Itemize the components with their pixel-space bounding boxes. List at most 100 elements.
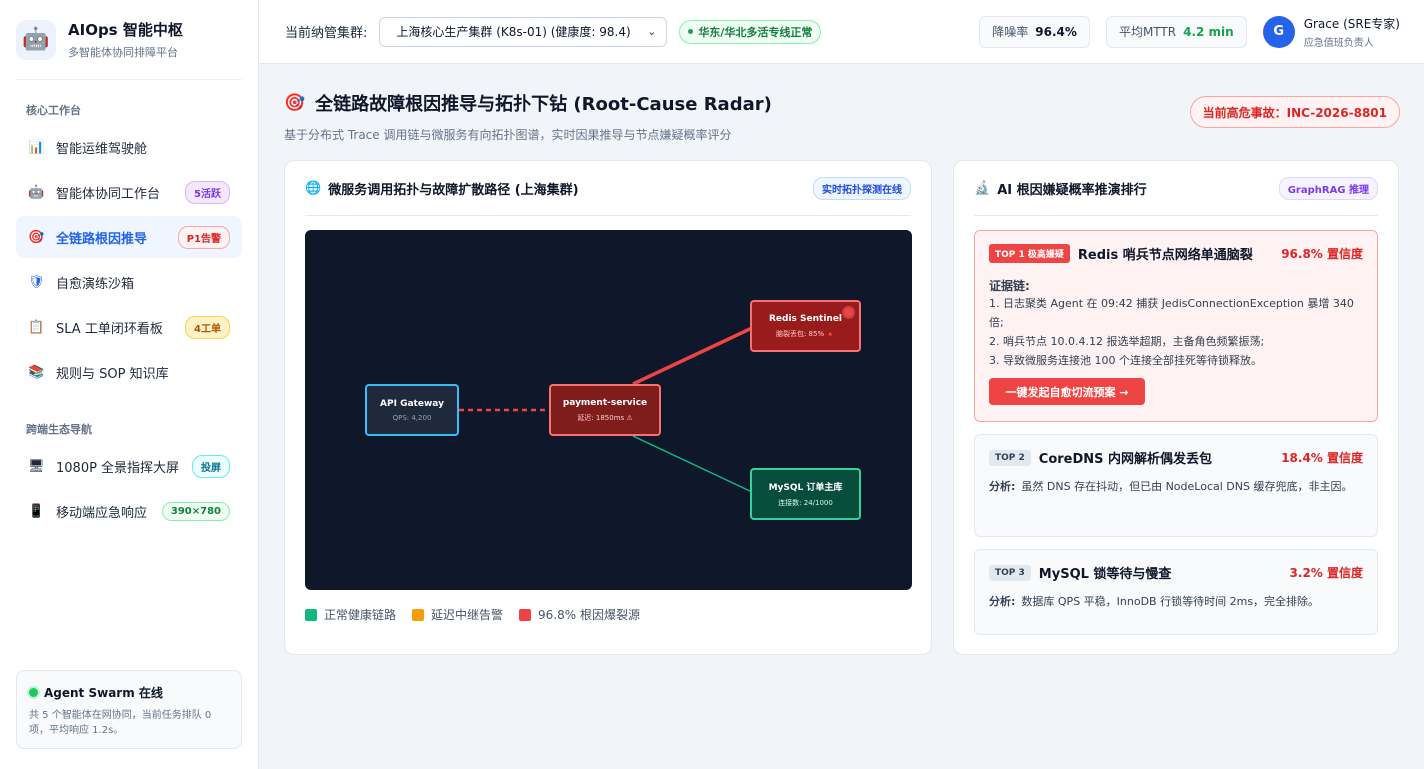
evidence-line: 3. 导致微服务连接池 100 个连接全部挂死等待锁释放。 xyxy=(989,354,1262,367)
swarm-title: Agent Swarm 在线 xyxy=(44,686,163,700)
incident-badge[interactable]: 当前高危事故：INC-2026-8801 xyxy=(1189,96,1400,128)
root-cause-item-top3[interactable]: TOP 3 MySQL 锁等待与慢查 3.2% 置信度 分析: 数据库 QPS 平… xyxy=(974,549,1378,635)
microscope-icon: 🔬 xyxy=(974,180,991,196)
resolution-badge: 390×780 xyxy=(161,501,230,521)
edge-payment-redis xyxy=(632,326,753,386)
alert-pulse-icon xyxy=(844,308,853,317)
evidence-line: 2. 哨兵节点 10.0.4.12 报选举超期，主备角色频繁振荡; xyxy=(989,335,1265,348)
root-cause-list: TOP 1 极高嫌疑 Redis 哨兵节点网络单通脑裂 96.8% 置信度 证据… xyxy=(974,230,1378,635)
brand: 🤖 AIOps 智能中枢 多智能体协同排障平台 xyxy=(16,0,242,80)
clipboard-icon: 📋 xyxy=(28,319,45,335)
cluster-select[interactable]: 上海核心生产集群 (K8s-01) (健康度: 98.4) ⌄ xyxy=(379,16,668,47)
app-root: 🤖 AIOps 智能中枢 多智能体协同排障平台 核心工作台 📊 智能运维驾驶舱 … xyxy=(0,0,1424,769)
graphrag-tag: GraphRAG 推理 xyxy=(1278,176,1378,200)
confidence-value: 18.4% 置信度 xyxy=(1281,451,1363,465)
kpi-noise-reduction: 降噪率 96.4% xyxy=(979,15,1090,48)
legend-swatch xyxy=(412,608,425,621)
sidebar-item-cockpit[interactable]: 📊 智能运维驾驶舱 xyxy=(16,126,242,168)
target-icon: 🎯 xyxy=(284,93,306,113)
topology-canvas[interactable]: API Gateway QPS: 4,200 payment-service 延… xyxy=(305,230,912,590)
analysis-text: 分析: 数据库 QPS 平稳，InnoDB 行锁等待时间 2ms，完全排除。 xyxy=(989,595,1320,608)
legend-item: 96.8% 根因爆裂源 xyxy=(519,606,640,623)
cast-badge: 投屏 xyxy=(192,454,230,478)
sidebar-item-label: 移动端应急响应 xyxy=(56,505,148,521)
kpi-mttr-value: 4.2 min xyxy=(1183,24,1234,39)
page-header: 🎯 全链路故障根因推导与拓扑下钻 (Root-Cause Radar) 基于分布… xyxy=(284,90,1400,160)
root-cause-title: AI 根因嫌疑概率推演排行 xyxy=(997,182,1147,198)
globe-icon: 🌐 xyxy=(305,180,322,196)
cards: 🌐 微服务调用拓扑与故障扩散路径 (上海集群) 实时拓扑探测在线 API Gat… xyxy=(284,160,1400,655)
topology-card: 🌐 微服务调用拓扑与故障扩散路径 (上海集群) 实时拓扑探测在线 API Gat… xyxy=(284,160,932,655)
agent-swarm-status: Agent Swarm 在线 共 5 个智能体在网协同，当前任务排队 0 项，平… xyxy=(16,670,242,749)
active-count-badge: 5活跃 xyxy=(185,180,230,204)
target-icon: 🎯 xyxy=(28,229,45,245)
sidebar-item-sandbox[interactable]: 🛡 自愈演练沙箱 xyxy=(16,261,242,303)
user-role: 应急值班负责人 xyxy=(1303,37,1374,49)
rank-badge: TOP 1 极高嫌疑 xyxy=(989,244,1070,263)
node-payment-service[interactable]: payment-service 延迟: 1850ms ⚠ xyxy=(549,384,661,436)
confidence-value: 3.2% 置信度 xyxy=(1289,566,1363,580)
root-cause-item-top1[interactable]: TOP 1 极高嫌疑 Redis 哨兵节点网络单通脑裂 96.8% 置信度 证据… xyxy=(974,230,1378,422)
evidence-line: 1. 日志聚类 Agent 在 09:42 捕获 JedisConnection… xyxy=(989,297,1354,329)
sidebar-item-knowledge[interactable]: 📚 规则与 SOP 知识库 xyxy=(16,351,242,393)
root-cause-name: Redis 哨兵节点网络单通脑裂 xyxy=(1077,248,1253,263)
edge-payment-mysql xyxy=(632,435,753,493)
topology-title: 微服务调用拓扑与故障扩散路径 (上海集群) xyxy=(328,182,579,198)
root-cause-item-top2[interactable]: TOP 2 CoreDNS 内网解析偶发丢包 18.4% 置信度 分析: 虽然 D… xyxy=(974,434,1378,537)
sidebar-item-agents[interactable]: 🤖 智能体协同工作台 5活跃 xyxy=(16,171,242,213)
online-dot-icon xyxy=(29,688,38,697)
books-icon: 📚 xyxy=(28,364,45,380)
page-title: 全链路故障根因推导与拓扑下钻 (Root-Cause Radar) xyxy=(315,94,772,115)
brand-subtitle: 多智能体协同排障平台 xyxy=(68,46,178,59)
sidebar-item-label: 全链路根因推导 xyxy=(56,231,148,247)
sidebar: 🤖 AIOps 智能中枢 多智能体协同排障平台 核心工作台 📊 智能运维驾驶舱 … xyxy=(0,0,259,769)
evidence-label: 证据链: xyxy=(989,279,1030,293)
user-name: Grace (SRE专家) xyxy=(1303,16,1400,31)
phone-icon: 📱 xyxy=(28,503,45,519)
legend-swatch xyxy=(305,608,317,621)
confidence-value: 96.8% 置信度 xyxy=(1281,247,1363,261)
status-dot-icon xyxy=(688,29,694,34)
avatar: G xyxy=(1262,15,1295,48)
sidebar-item-label: SLA 工单闭环看板 xyxy=(56,321,163,337)
topology-live-tag: 实时拓扑探测在线 xyxy=(813,176,911,200)
alert-badge: P1告警 xyxy=(177,225,230,249)
node-api-gateway[interactable]: API Gateway QPS: 4,200 xyxy=(365,384,459,436)
sidebar-item-big-screen[interactable]: 🖥 1080P 全景指挥大屏 投屏 xyxy=(16,445,242,487)
chart-icon: 📊 xyxy=(28,139,45,155)
sidebar-item-label: 1080P 全景指挥大屏 xyxy=(56,460,180,476)
node-mysql-order-db[interactable]: MySQL 订单主库 连接数: 24/1000 xyxy=(750,468,861,520)
page-subtitle: 基于分布式 Trace 调用链与微服务有向拓扑图谱，实时因果推导与节点嫌疑概率评… xyxy=(284,128,732,142)
legend-item: 正常健康链路 xyxy=(305,606,396,623)
sidebar-item-mobile[interactable]: 📱 移动端应急响应 390×780 xyxy=(16,490,242,532)
root-cause-name: CoreDNS 内网解析偶发丢包 xyxy=(1038,452,1213,467)
sidebar-item-sla[interactable]: 📋 SLA 工单闭环看板 4工单 xyxy=(16,306,242,348)
topbar: 当前纳管集群: 上海核心生产集群 (K8s-01) (健康度: 98.4) ⌄ … xyxy=(259,0,1424,64)
legend-item: 延迟中继告警 xyxy=(412,606,503,623)
sidebar-item-label: 规则与 SOP 知识库 xyxy=(56,366,169,382)
sidebar-item-root-cause[interactable]: 🎯 全链路根因推导 P1告警 xyxy=(16,216,242,258)
nav-section-core: 核心工作台 xyxy=(26,104,81,117)
self-heal-button[interactable]: 一键发起自愈切流预案 → xyxy=(989,378,1145,405)
robot-icon: 🤖 xyxy=(16,19,56,60)
legend-swatch xyxy=(519,608,532,621)
root-cause-card: 🔬 AI 根因嫌疑概率推演排行 GraphRAG 推理 TOP 1 极高嫌疑 R… xyxy=(953,160,1399,655)
node-redis-sentinel[interactable]: Redis Sentinel 脑裂丢包: 85% 🔺 xyxy=(750,300,861,352)
user-profile[interactable]: G Grace (SRE专家) 应急值班负责人 xyxy=(1262,15,1400,49)
nav-section-cross: 跨端生态导航 xyxy=(26,423,92,436)
sidebar-item-label: 智能运维驾驶舱 xyxy=(56,141,148,157)
chevron-down-icon: ⌄ xyxy=(647,25,657,38)
rank-badge: TOP 3 xyxy=(989,564,1031,581)
cluster-select-value: 上海核心生产集群 (K8s-01) (健康度: 98.4) xyxy=(396,25,631,39)
sidebar-item-label: 智能体协同工作台 xyxy=(56,186,161,202)
kpi-noise-value: 96.4% xyxy=(1035,24,1077,39)
topology-legend: 正常健康链路 延迟中继告警 96.8% 根因爆裂源 xyxy=(305,606,911,623)
kpi-mttr: 平均MTTR 4.2 min xyxy=(1105,15,1247,48)
main: 当前纳管集群: 上海核心生产集群 (K8s-01) (健康度: 98.4) ⌄ … xyxy=(259,0,1424,769)
network-status-badge: 华东/华北多活专线正常 xyxy=(679,19,822,44)
agent-icon: 🤖 xyxy=(28,184,45,200)
monitor-icon: 🖥 xyxy=(28,458,45,474)
rank-badge: TOP 2 xyxy=(989,449,1031,466)
brand-title: AIOps 智能中枢 xyxy=(68,21,183,39)
analysis-text: 分析: 虽然 DNS 存在抖动，但已由 NodeLocal DNS 缓存兜底，非主… xyxy=(989,480,1353,493)
